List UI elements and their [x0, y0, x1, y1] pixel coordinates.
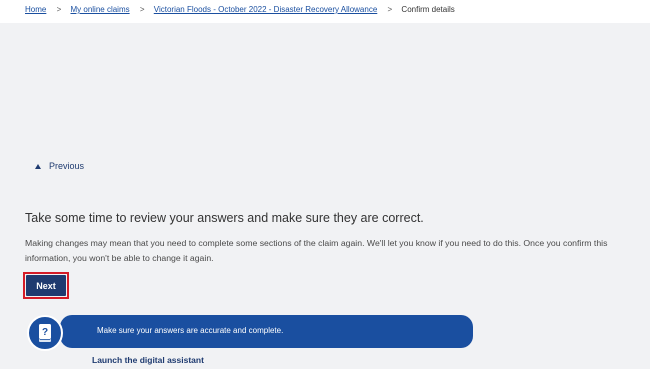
- chevron-up-icon: [35, 163, 41, 169]
- next-button-focus-outline: Next: [23, 272, 69, 299]
- book-question-icon: ?: [39, 324, 51, 342]
- page-heading: Take some time to review your answers an…: [25, 211, 424, 225]
- next-button[interactable]: Next: [26, 275, 66, 296]
- previous-link[interactable]: Previous: [35, 161, 84, 171]
- assistant-message: Make sure your answers are accurate and …: [97, 326, 284, 335]
- breadcrumb-online-claims-link[interactable]: My online claims: [70, 5, 129, 14]
- breadcrumb-claim-link[interactable]: Victorian Floods - October 2022 - Disast…: [154, 5, 378, 14]
- breadcrumb-separator: >: [387, 5, 393, 14]
- launch-digital-assistant-link[interactable]: Launch the digital assistant: [92, 355, 204, 365]
- previous-label: Previous: [49, 161, 85, 171]
- review-instructions: Making changes may mean that you need to…: [25, 238, 608, 263]
- breadcrumb: Home > My online claims > Victorian Floo…: [0, 0, 650, 23]
- breadcrumb-separator: >: [139, 5, 145, 14]
- assistant-message-bubble[interactable]: Make sure your answers are accurate and …: [60, 315, 473, 348]
- breadcrumb-current: Confirm details: [401, 5, 455, 14]
- breadcrumb-home-link[interactable]: Home: [25, 5, 46, 14]
- digital-assistant-button[interactable]: ?: [27, 315, 63, 351]
- breadcrumb-separator: >: [56, 5, 62, 14]
- svg-text:?: ?: [42, 327, 48, 338]
